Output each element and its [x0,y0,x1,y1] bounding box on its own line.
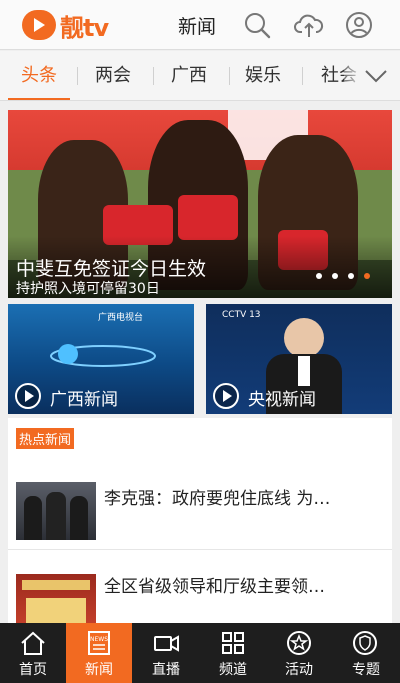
search-icon[interactable] [242,10,272,40]
tab-two-sessions[interactable]: 两会 [82,51,144,100]
news-icon: NEWS [88,631,110,655]
tab-divider [153,67,154,85]
nav-label: 首页 [19,662,47,678]
anchor-face [284,318,324,358]
carousel-dot-active[interactable] [364,273,370,279]
hero-photo-paper-cut [178,195,238,240]
tab-headlines[interactable]: 头条 [8,51,70,100]
news-thumbnail [16,482,96,540]
news-thumbnail [16,574,96,623]
logo-play-icon [22,10,56,40]
user-profile-icon[interactable] [344,10,374,40]
nav-label: 新闻 [85,662,113,678]
tab-divider [302,67,303,85]
news-title: 全区省级领导和厅级主要领… [104,577,325,597]
nav-channels[interactable]: 频道 [200,623,266,683]
chevron-down-icon[interactable] [362,63,390,89]
app-logo[interactable]: 靓tv [22,8,109,42]
tab-divider [229,67,230,85]
carousel-dot[interactable] [348,273,354,279]
video-tile-label: 广西新闻 [50,390,118,410]
nav-activities[interactable]: 活动 [266,623,332,683]
channel-logo: CCTV 13 [222,310,261,320]
hero-subtitle: 持护照入境可停留30日 [16,281,160,297]
tab-entertainment[interactable]: 娱乐 [232,51,294,100]
play-icon [15,383,41,409]
anchor-shirt [298,356,310,386]
carousel-indicator [316,273,370,279]
shield-badge-icon [353,631,377,655]
tab-divider [77,67,78,85]
tab-guangxi[interactable]: 广西 [158,51,220,100]
carousel-dot[interactable] [332,273,338,279]
news-list-item[interactable]: 全区省级领导和厅级主要领… [8,550,392,623]
nav-label: 直播 [152,662,180,678]
hot-news-panel: 热点新闻 李克强：政府要兜住底线 为… 全区省级领导和厅级主要领… [8,418,392,623]
news-program-banner-icon [50,344,156,367]
nav-label: 频道 [219,662,247,678]
svg-text:NEWS: NEWS [90,636,108,643]
nav-live[interactable]: 直播 [133,623,199,683]
news-title: 李克强：政府要兜住底线 为… [104,489,331,509]
hero-carousel[interactable]: 中斐互免签证今日生效 持护照入境可停留30日 [8,110,392,298]
nav-home[interactable]: 首页 [0,623,66,683]
nav-topics[interactable]: 专题 [332,623,400,683]
nav-label: 活动 [285,662,313,678]
channel-logo: 广西电视台 [98,313,144,323]
video-tile-label: 央视新闻 [248,390,316,410]
nav-label: 专题 [352,662,380,678]
logo-text: 靓tv [60,13,109,42]
category-tabs: 头条 两会 广西 娱乐 社会 [0,51,400,101]
cloud-upload-icon[interactable] [294,10,324,40]
star-badge-icon [287,631,311,655]
video-tile-cctv-news[interactable]: CCTV 13 央视新闻 [206,304,392,414]
nav-news[interactable]: NEWS 新闻 [66,623,132,683]
video-tile-guangxi-news[interactable]: 广西电视台 广西新闻 [8,304,194,414]
news-list-item[interactable]: 李克强：政府要兜住底线 为… [8,464,392,550]
video-camera-icon [154,635,179,652]
home-icon [21,631,45,655]
hero-title: 中斐互免签证今日生效 [16,258,207,280]
carousel-dot[interactable] [316,273,322,279]
page-title: 新闻 [178,16,217,38]
play-icon [213,383,239,409]
bottom-navigation: 首页 NEWS 新闻 直播 频道 活动 专题 [0,623,400,683]
hot-news-badge: 热点新闻 [16,428,75,449]
top-app-bar: 靓tv 新闻 [0,0,400,50]
grid-icon [222,632,244,654]
